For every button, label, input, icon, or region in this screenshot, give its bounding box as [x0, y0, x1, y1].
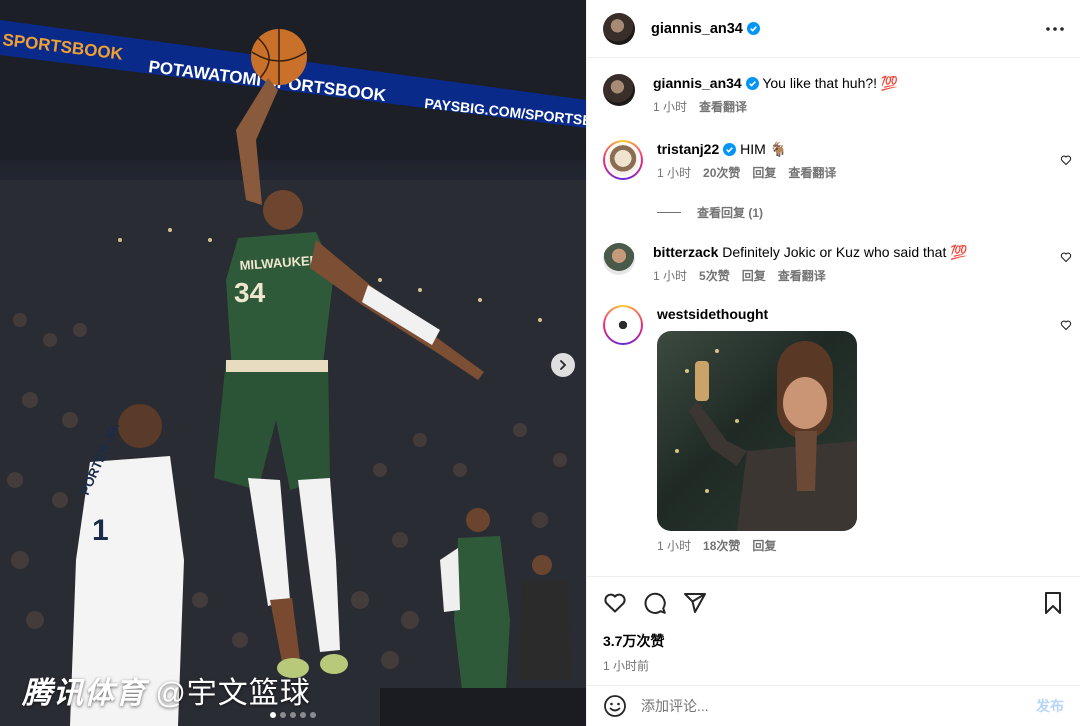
comment-avatar[interactable]: [603, 243, 635, 275]
view-replies-line: [657, 212, 681, 213]
post-photo[interactable]: SPORTSBOOK POTAWATOMI SPORTSBOOK PAYSBIG…: [0, 0, 586, 726]
comment-likes[interactable]: 5次赞: [699, 267, 730, 285]
see-translation-link[interactable]: 查看翻译: [778, 267, 826, 285]
caption-meta: 1 小时 查看翻译: [653, 98, 898, 116]
dunk-photo-illustration: SPORTSBOOK POTAWATOMI SPORTSBOOK PAYSBIG…: [0, 0, 586, 726]
comment-list: giannis_an34 You like that huh?! 💯 1 小时 …: [587, 74, 1080, 555]
gif-illustration: [675, 341, 857, 531]
next-slide-button[interactable]: [551, 353, 575, 377]
comment-heart-icon[interactable]: [1060, 154, 1072, 166]
caption-text: You like that huh?! 💯: [762, 75, 899, 91]
comment-avatar-story-ring[interactable]: [603, 140, 643, 180]
slide-dot: [270, 712, 276, 718]
reply-button[interactable]: 回复: [752, 537, 776, 555]
comment-item: bitterzack Definitely Jokic or Kuz who s…: [603, 243, 1072, 285]
comment-time[interactable]: 1 小时: [657, 164, 691, 182]
reply-button[interactable]: 回复: [742, 267, 766, 285]
comment-heart-icon[interactable]: [1060, 251, 1072, 263]
comment-body: bitterzack Definitely Jokic or Kuz who s…: [653, 243, 968, 285]
see-translation-link[interactable]: 查看翻译: [788, 164, 836, 182]
comment-body: tristanj22 HIM 🐐 1 小时 20次赞 回复 查看翻译: [657, 140, 836, 182]
bookmark-icon[interactable]: [1042, 591, 1064, 615]
like-count[interactable]: 3.7万次赞: [603, 631, 1064, 651]
comment-item: tristanj22 HIM 🐐 1 小时 20次赞 回复 查看翻译: [603, 140, 1072, 182]
comment-input[interactable]: [641, 698, 1036, 714]
comment-avatar-story-ring[interactable]: [603, 305, 643, 345]
caption-username[interactable]: giannis_an34: [653, 75, 742, 91]
post-timestamp[interactable]: 1 小时前: [603, 657, 1064, 674]
comment-likes[interactable]: 18次赞: [703, 537, 740, 555]
comment-heart-icon[interactable]: [1060, 319, 1072, 331]
see-translation-link[interactable]: 查看翻译: [699, 98, 747, 116]
comment-item: westsidethought 1 小时 18次赞 回复: [603, 305, 1072, 555]
view-replies-label[interactable]: 查看回复 (1): [697, 204, 763, 221]
slide-dot: [290, 712, 296, 718]
comment-username[interactable]: bitterzack: [653, 244, 718, 260]
reply-button[interactable]: 回复: [752, 164, 776, 182]
comment-likes[interactable]: 20次赞: [703, 164, 740, 182]
svg-text:1: 1: [92, 514, 109, 547]
post-header: giannis_an34: [587, 0, 1080, 58]
watermark-brand: 腾讯体育: [22, 677, 146, 710]
publish-button[interactable]: 发布: [1036, 696, 1064, 716]
author-username[interactable]: giannis_an34: [651, 21, 760, 37]
comment-meta: 1 小时 18次赞 回复: [657, 537, 857, 555]
comment-username[interactable]: westsidethought: [657, 306, 768, 322]
comment-username[interactable]: tristanj22: [657, 141, 719, 157]
watermark-handle: @宇文篮球: [155, 677, 311, 710]
more-icon[interactable]: [1046, 26, 1064, 31]
comment-icon[interactable]: [643, 591, 667, 615]
comment-time[interactable]: 1 小时: [653, 267, 687, 285]
chevron-right-icon: [560, 360, 567, 370]
caption-time[interactable]: 1 小时: [653, 98, 687, 116]
comment-avatar[interactable]: [605, 142, 641, 178]
post-actions: 3.7万次赞 1 小时前: [587, 576, 1080, 674]
verified-icon: [723, 143, 737, 156]
comment-body: westsidethought 1 小时 18次赞 回复: [657, 305, 857, 555]
caption-body: giannis_an34 You like that huh?! 💯 1 小时 …: [653, 74, 898, 116]
comment-meta: 1 小时 20次赞 回复 查看翻译: [657, 164, 836, 182]
slide-dot: [310, 712, 316, 718]
emoji-icon[interactable]: [603, 694, 627, 718]
comment-time[interactable]: 1 小时: [657, 537, 691, 555]
slide-dot: [280, 712, 286, 718]
verified-icon: [745, 77, 759, 90]
slide-indicator: [0, 712, 586, 718]
heart-icon[interactable]: [603, 591, 627, 615]
comment-avatar[interactable]: [605, 307, 641, 343]
view-replies-button[interactable]: 查看回复 (1): [657, 204, 1064, 221]
svg-text:34: 34: [234, 277, 266, 308]
author-avatar[interactable]: [603, 12, 635, 45]
caption: giannis_an34 You like that huh?! 💯 1 小时 …: [603, 74, 1064, 116]
comment-gif[interactable]: [657, 331, 857, 531]
action-icons: [603, 591, 1064, 615]
comment-meta: 1 小时 5次赞 回复 查看翻译: [653, 267, 968, 285]
comment-composer: 发布: [587, 685, 1080, 726]
author-username-text[interactable]: giannis_an34: [651, 21, 743, 37]
watermark: 腾讯体育 @宇文篮球: [22, 668, 311, 712]
slide-dot: [300, 712, 306, 718]
comment-text: HIM 🐐: [740, 141, 788, 157]
share-icon[interactable]: [683, 591, 707, 615]
caption-avatar[interactable]: [603, 74, 635, 106]
comment-text: Definitely Jokic or Kuz who said that 💯: [722, 244, 968, 260]
post-side-panel: giannis_an34 giannis_an34 You like that …: [586, 0, 1080, 726]
verified-icon: [746, 21, 760, 35]
